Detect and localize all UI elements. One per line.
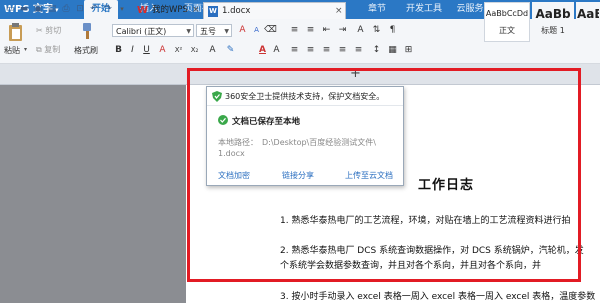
grow-font-icon[interactable]: A	[236, 24, 249, 37]
redo-icon[interactable]: ↷	[102, 3, 114, 16]
style-preview: AaBbCcDd	[485, 9, 529, 18]
highlight-icon[interactable]: A	[206, 44, 219, 57]
font-name-value: Calibri (正文)	[116, 27, 167, 36]
font-color-picker-icon[interactable]: A	[256, 44, 269, 57]
copy-label: 复制	[44, 45, 61, 54]
line-spacing-icon[interactable]: ↕	[370, 44, 383, 57]
page-margin	[186, 282, 600, 286]
save-icon[interactable]: ▣	[32, 3, 44, 16]
close-icon[interactable]: ×	[335, 3, 343, 20]
cut-label: 剪切	[45, 26, 62, 35]
align-left-icon[interactable]: ≡	[288, 44, 301, 57]
wps-logo-icon: W	[137, 5, 149, 16]
tab-my-wps[interactable]: W 我的WPS ×	[134, 2, 202, 19]
close-icon[interactable]: ×	[192, 2, 200, 19]
undo-icon[interactable]: ↶	[88, 3, 100, 16]
style-preview: AaBb	[535, 7, 571, 21]
underline-icon[interactable]: U	[140, 44, 153, 57]
cut-button[interactable]: ✂ 剪切	[36, 25, 61, 36]
tab-developer[interactable]: 开发工具	[400, 0, 448, 19]
open-folder-icon[interactable]: ▬	[18, 3, 30, 16]
scissors-icon: ✂	[36, 26, 43, 35]
indent-icon[interactable]: ⇥	[336, 24, 349, 37]
bold-icon[interactable]: B	[112, 44, 125, 57]
style-preview: AaB	[577, 7, 599, 21]
export-pdf-icon[interactable]: ▤	[46, 3, 58, 16]
copy-button[interactable]: ⧉ 复制	[36, 44, 60, 55]
shading-icon[interactable]: ▦	[386, 44, 399, 57]
paste-label: 粘贴	[4, 46, 20, 55]
format-painter-button[interactable]	[78, 22, 96, 40]
show-marks-icon[interactable]: ¶	[386, 24, 399, 37]
new-file-icon[interactable]: ▭	[4, 3, 16, 16]
highlight-box	[187, 68, 581, 282]
chevron-down-icon: ▼	[224, 28, 229, 35]
bullet-list-icon[interactable]: ≡	[288, 24, 301, 37]
tab-my-wps-label: 我的WPS	[152, 5, 188, 15]
style-name: 正文	[499, 26, 515, 35]
subscript-icon[interactable]: X₂	[188, 44, 201, 57]
chinese-layout-icon[interactable]: A	[354, 24, 367, 37]
align-center-icon[interactable]: ≡	[304, 44, 317, 57]
outdent-icon[interactable]: ⇤	[320, 24, 333, 37]
text-effect-icon[interactable]: ✎	[224, 44, 237, 57]
copy-icon: ⧉	[36, 45, 42, 54]
style-normal[interactable]: AaBbCcDd 正文	[484, 2, 530, 42]
style-name: 标题 1	[541, 26, 565, 35]
print-preview-icon[interactable]: ⊡	[74, 3, 86, 16]
borders-icon[interactable]: ⊞	[402, 44, 415, 57]
distributed-icon[interactable]: ≡	[352, 44, 365, 57]
print-icon[interactable]: ⎙	[60, 3, 72, 16]
style-heading-1[interactable]: AaBb 标题 1	[532, 2, 574, 42]
tab-section[interactable]: 章节	[360, 0, 394, 19]
customize-toolbar-icon[interactable]: ▾	[116, 3, 128, 16]
chevron-down-icon: ▼	[186, 28, 191, 35]
number-list-icon[interactable]: ≡	[304, 24, 317, 37]
paste-button[interactable]	[6, 22, 26, 42]
font-color-icon[interactable]: A	[156, 44, 169, 57]
word-document-icon: W	[208, 6, 218, 17]
clear-format-icon[interactable]: ⌫	[264, 24, 277, 37]
align-right-icon[interactable]: ≡	[320, 44, 333, 57]
clipboard-icon	[9, 23, 22, 41]
tab-document[interactable]: W 1.docx ×	[203, 2, 346, 19]
document-line: 3. 按小时手动录入 excel 表格一周入 excel 表格一周入 excel…	[280, 292, 596, 302]
font-size-value: 五号	[200, 27, 216, 36]
font-size-select[interactable]: 五号 ▼	[196, 24, 232, 37]
brush-icon	[83, 23, 91, 39]
justify-icon[interactable]: ≡	[336, 44, 349, 57]
italic-icon[interactable]: I	[126, 44, 139, 57]
format-painter-label: 格式刷	[74, 46, 98, 55]
style-heading-2[interactable]: AaB	[576, 2, 600, 42]
shrink-font-icon[interactable]: A	[250, 24, 263, 37]
font-name-select[interactable]: Calibri (正文) ▼	[112, 24, 194, 37]
char-shading-icon[interactable]: A	[270, 44, 283, 57]
sort-icon[interactable]: ⇅	[370, 24, 383, 37]
tab-document-label: 1.docx	[222, 6, 251, 16]
paste-dropdown-icon[interactable]: ▾	[24, 46, 27, 53]
superscript-icon[interactable]: X²	[172, 44, 185, 57]
